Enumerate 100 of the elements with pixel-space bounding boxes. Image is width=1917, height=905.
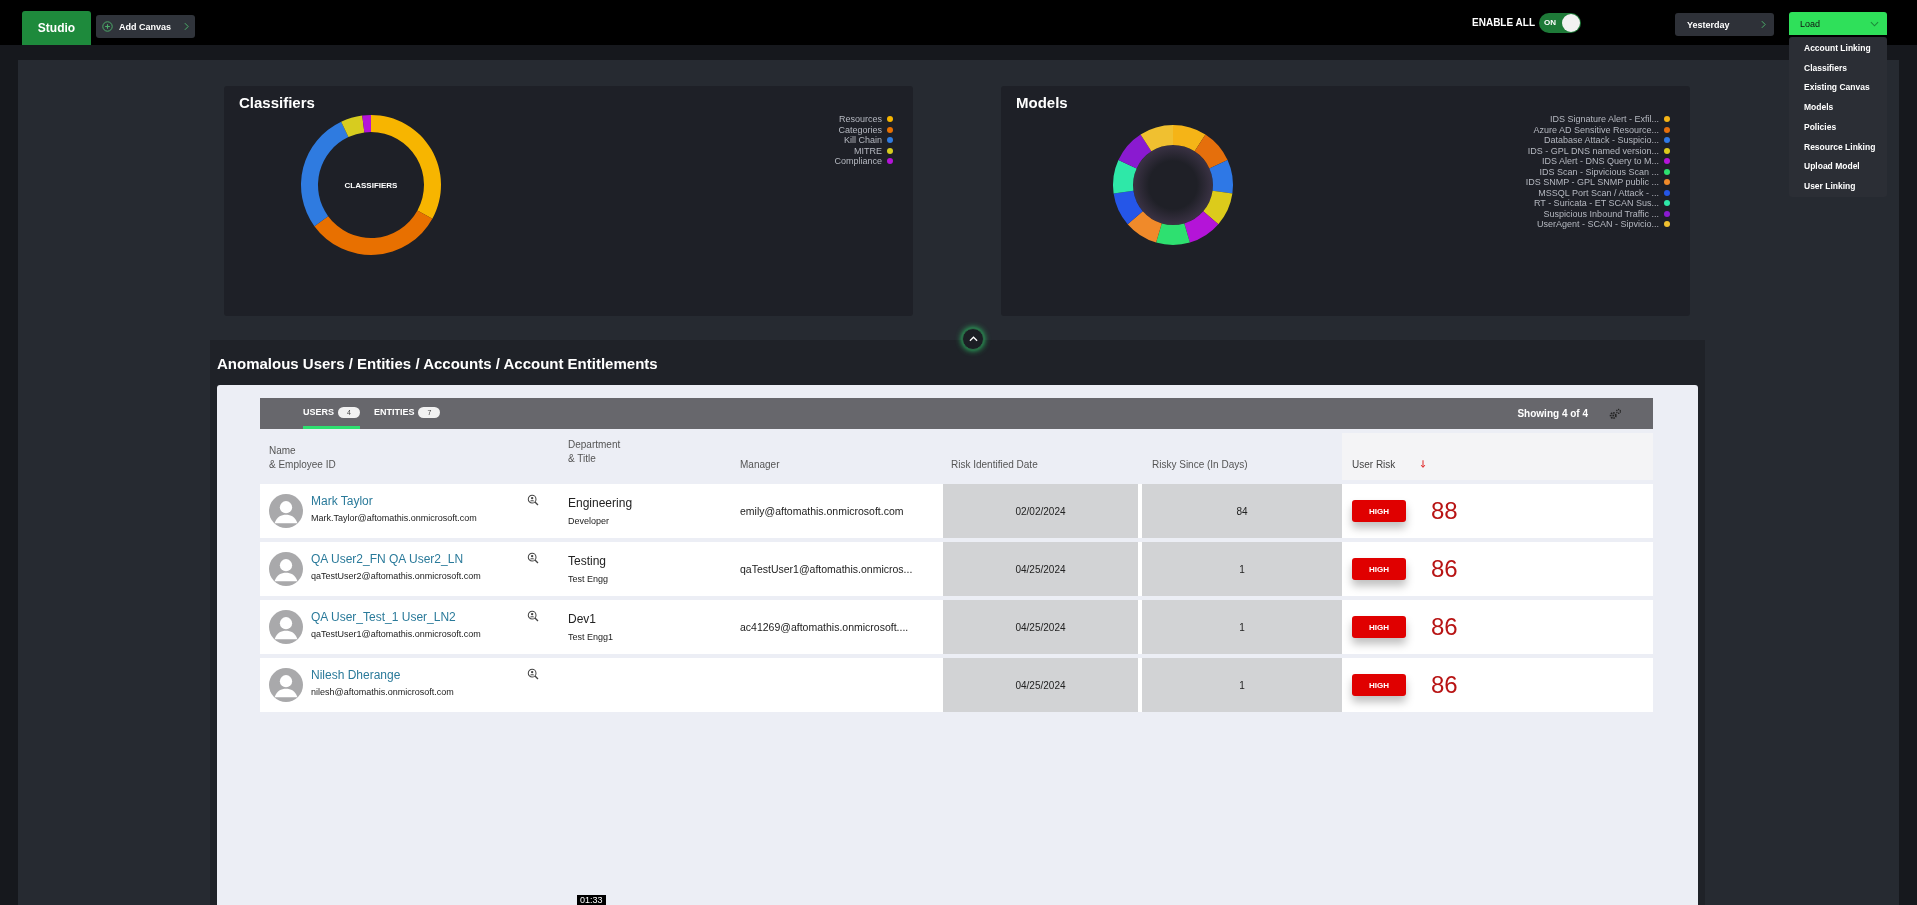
donut-slice[interactable] — [1127, 211, 1162, 243]
manager-email: ac41269@aftomathis.onmicrosoft.... — [740, 621, 909, 633]
column-header[interactable]: Risk Identified Date — [951, 459, 1038, 470]
menu-item[interactable]: Classifiers — [1789, 57, 1887, 78]
user-email: nilesh@aftomathis.onmicrosoft.com — [311, 687, 454, 697]
legend-label: IDS SNMP - GPL SNMP public ... — [1525, 177, 1659, 188]
video-timestamp: 01:33 — [577, 895, 606, 905]
manager-email: qaTestUser1@aftomathis.onmicros... — [740, 563, 913, 575]
donut-slice[interactable] — [1140, 125, 1173, 152]
job-title-text: Test Engg — [568, 574, 609, 584]
menu-item[interactable]: User Linking — [1789, 176, 1887, 196]
table-cell: 1 — [1142, 600, 1342, 654]
job-title-text: Test Engg1 — [568, 632, 614, 642]
donut-slice[interactable] — [314, 210, 433, 255]
enable-all-label: ENABLE ALL — [1472, 17, 1535, 28]
donut-slice[interactable] — [1118, 134, 1152, 169]
table-cell: 04/25/2024 — [943, 542, 1138, 596]
menu-item[interactable]: Policies — [1789, 117, 1887, 137]
column-header[interactable]: Name & Employee ID — [269, 445, 336, 470]
legend-label: RT - Suricata - ET SCAN Sus... — [1533, 198, 1659, 209]
table-cell: 1 — [1142, 658, 1342, 712]
table-cell: 02/02/2024 — [943, 484, 1138, 538]
donut-slice[interactable] — [1209, 160, 1233, 194]
legend-label: Kill Chain — [843, 135, 882, 146]
add-icon[interactable] — [102, 21, 113, 32]
chevron-right-icon[interactable] — [184, 22, 189, 31]
legend-label: Azure AD Sensitive Resource... — [1533, 124, 1659, 135]
date-range-dropdown[interactable]: Yesterday — [1675, 13, 1774, 36]
legend-label: Resources — [838, 114, 882, 125]
legend-label: IDS Alert - DNS Query to M... — [1541, 156, 1659, 167]
enable-all-toggle[interactable]: ON — [1539, 13, 1581, 33]
risk-level-badge: HIGH — [1352, 674, 1406, 696]
column-header[interactable]: Manager — [740, 459, 780, 470]
card-title: Classifiers — [238, 93, 316, 111]
user-email: qaTestUser1@aftomathis.onmicrosoft.com — [311, 629, 481, 639]
legend-label: UserAgent - SCAN - Sipvicio... — [1536, 219, 1659, 230]
legend-label: MITRE — [854, 145, 882, 156]
legend-label: Categories — [838, 124, 882, 135]
donut-slice[interactable] — [362, 115, 371, 133]
avatar-icon — [269, 494, 303, 528]
donut-slice[interactable] — [341, 115, 365, 138]
column-header[interactable]: User Risk — [1352, 459, 1396, 470]
user-search-icon[interactable] — [527, 610, 539, 622]
legend-label: Suspicious Inbound Traffic ... — [1543, 208, 1659, 219]
job-title-text: Developer — [568, 516, 610, 526]
legend-label: IDS Signature Alert - Exfil... — [1549, 114, 1659, 125]
user-name-link[interactable]: Nilesh Dherange — [311, 668, 454, 682]
donut-slice[interactable] — [1173, 125, 1206, 152]
donut-slice[interactable] — [1113, 160, 1137, 194]
menu-item[interactable]: Models — [1789, 97, 1887, 117]
avatar-icon — [269, 668, 303, 702]
section-title: Anomalous Users / Entities / Accounts / Account Entitlements — [216, 354, 659, 374]
risk-score: 88 — [1431, 497, 1458, 525]
collapse-button[interactable] — [962, 328, 984, 350]
donut-slice[interactable] — [1156, 223, 1190, 245]
table-cell: 04/25/2024 — [943, 658, 1138, 712]
department-text: Testing — [568, 554, 607, 568]
menu-item[interactable]: Existing Canvas — [1789, 77, 1887, 98]
load-dropdown[interactable]: Load — [1789, 12, 1887, 35]
risk-level-badge: HIGH — [1352, 558, 1406, 580]
risk-score: 86 — [1431, 555, 1458, 583]
card-title: Models — [1015, 93, 1069, 111]
table-cell: 1 — [1142, 542, 1342, 596]
chevron-up-icon[interactable] — [968, 336, 978, 342]
sort-arrow-icon[interactable] — [1420, 459, 1427, 469]
user-name-link[interactable]: QA User_Test_1 User_LN2 — [311, 610, 481, 624]
user-name-link[interactable]: QA User2_FN QA User2_LN — [311, 552, 481, 566]
studio-tab[interactable]: Studio — [22, 11, 91, 45]
menu-item[interactable]: Upload Model — [1789, 156, 1887, 177]
table-cell: 84 — [1142, 484, 1342, 538]
avatar-icon — [269, 610, 303, 644]
department-text: Engineering — [568, 496, 633, 510]
legend-label: IDS Scan - Sipvicious Scan ... — [1539, 166, 1659, 177]
avatar-icon — [269, 552, 303, 586]
menu-item[interactable]: Account Linking — [1789, 38, 1887, 58]
user-search-icon[interactable] — [527, 668, 539, 680]
menu-item[interactable]: Resource Linking — [1789, 136, 1887, 157]
donut-slice[interactable] — [1184, 211, 1219, 243]
legend-label: Database Attack - Suspicio... — [1543, 135, 1659, 146]
user-search-icon[interactable] — [527, 552, 539, 564]
table-cell: 04/25/2024 — [943, 600, 1138, 654]
column-header[interactable]: Department & Title — [568, 439, 621, 464]
user-name-link[interactable]: Mark Taylor — [311, 494, 477, 508]
add-canvas-button[interactable]: Add Canvas — [96, 15, 195, 38]
user-email: qaTestUser2@aftomathis.onmicrosoft.com — [311, 571, 481, 581]
donut-slice[interactable] — [1203, 190, 1233, 225]
manager-email: emily@aftomathis.onmicrosoft.com — [740, 505, 904, 517]
risk-score: 86 — [1431, 671, 1458, 699]
user-search-icon[interactable] — [527, 494, 539, 506]
settings-icon[interactable] — [1608, 407, 1623, 420]
department-text: Dev1 — [568, 612, 596, 626]
legend-label: Compliance — [834, 156, 882, 167]
donut-slice[interactable] — [1194, 134, 1228, 169]
risk-score: 86 — [1431, 613, 1458, 641]
column-header[interactable]: Risky Since (In Days) — [1152, 459, 1248, 470]
chevron-right-icon[interactable] — [1761, 20, 1766, 29]
showing-count: Showing 4 of 4 — [1517, 408, 1588, 419]
donut-center-label: CLASSIFIERS — [344, 180, 398, 190]
legend-label: IDS - GPL DNS named version... — [1527, 145, 1659, 156]
donut-slice[interactable] — [1113, 190, 1143, 225]
